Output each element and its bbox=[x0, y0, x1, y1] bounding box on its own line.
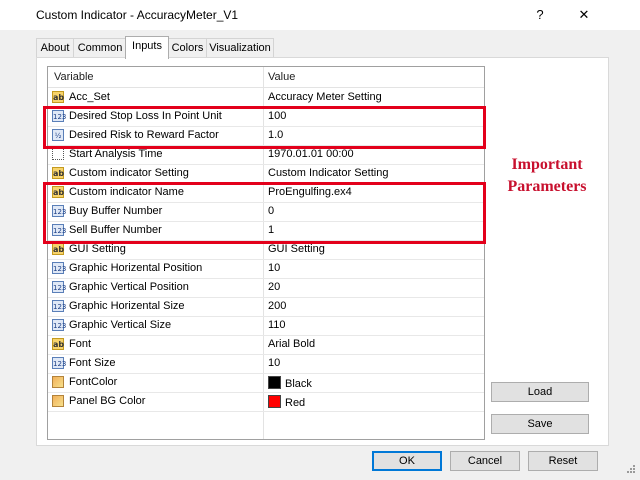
parameter-name: Panel BG Color bbox=[69, 395, 146, 407]
clock-icon bbox=[52, 148, 64, 160]
parameter-row[interactable]: ½ Desired Risk to Reward Factor 1.0 bbox=[48, 126, 484, 146]
parameter-row[interactable]: 123 Sell Buffer Number 1 bbox=[48, 221, 484, 241]
parameters-grid[interactable]: Variable Value ab Acc_Set Accuracy Meter S… bbox=[47, 66, 485, 440]
num-icon: 123 bbox=[52, 224, 66, 236]
parameter-row[interactable]: 123 Font Size 10 bbox=[48, 354, 484, 374]
parameter-name: Graphic Vertical Size bbox=[69, 319, 172, 331]
num-icon: 123 bbox=[52, 205, 66, 217]
color-icon bbox=[52, 395, 64, 407]
parameter-row[interactable]: ab GUI Setting GUI Setting bbox=[48, 240, 484, 260]
num-icon: 123 bbox=[52, 281, 66, 293]
annotation-label: Important Parameters bbox=[493, 154, 601, 198]
color-swatch[interactable] bbox=[268, 395, 281, 408]
tab-common[interactable]: Common bbox=[73, 38, 127, 58]
annotation-line-1: Important bbox=[511, 156, 583, 173]
parameter-value[interactable]: Custom Indicator Setting bbox=[268, 167, 388, 179]
parameter-value[interactable]: 1 bbox=[268, 224, 274, 236]
grid-header: Variable Value bbox=[48, 67, 484, 88]
parameter-value[interactable]: 1.0 bbox=[268, 129, 283, 141]
parameter-value[interactable]: Arial Bold bbox=[268, 338, 315, 350]
parameter-name: Acc_Set bbox=[69, 91, 110, 103]
dialog-window: Custom Indicator - AccuracyMeter_V1 ? ✕ … bbox=[0, 0, 640, 480]
ok-button[interactable]: OK bbox=[372, 451, 442, 471]
cancel-button[interactable]: Cancel bbox=[450, 451, 520, 471]
parameter-value[interactable]: GUI Setting bbox=[268, 243, 325, 255]
parameter-name: Custom indicator Setting bbox=[69, 167, 189, 179]
parameter-name: Custom indicator Name bbox=[69, 186, 184, 198]
window-title: Custom Indicator - AccuracyMeter_V1 bbox=[36, 8, 239, 22]
parameter-name: Sell Buffer Number bbox=[69, 224, 162, 236]
ab-icon: ab bbox=[52, 186, 65, 198]
parameter-name: Graphic Horizental Size bbox=[69, 300, 185, 312]
parameter-name: Graphic Horizental Position bbox=[69, 262, 203, 274]
parameter-name: Buy Buffer Number bbox=[69, 205, 163, 217]
parameter-value[interactable]: Accuracy Meter Setting bbox=[268, 91, 382, 103]
close-button[interactable]: ✕ bbox=[564, 4, 604, 26]
parameter-name: GUI Setting bbox=[69, 243, 126, 255]
color-icon bbox=[52, 376, 64, 388]
num-icon: 123 bbox=[52, 262, 66, 274]
tab-colors[interactable]: Colors bbox=[168, 38, 207, 58]
annotation-line-2: Parameters bbox=[507, 178, 587, 195]
parameter-row[interactable]: Panel BG Color Red bbox=[48, 392, 484, 412]
help-button[interactable]: ? bbox=[520, 4, 560, 26]
num-icon: 123 bbox=[52, 357, 66, 369]
parameter-value[interactable]: 10 bbox=[268, 262, 280, 274]
color-name: Red bbox=[285, 397, 306, 409]
parameter-row[interactable]: ab Custom indicator Name ProEngulfing.ex4 bbox=[48, 183, 484, 203]
parameter-value[interactable]: 110 bbox=[268, 319, 286, 331]
parameter-name: Font bbox=[69, 338, 92, 350]
header-variable[interactable]: Variable bbox=[54, 71, 94, 83]
fraction-icon: ½ bbox=[52, 129, 64, 141]
parameter-row[interactable]: ab Acc_Set Accuracy Meter Setting bbox=[48, 88, 484, 108]
parameter-value[interactable]: 200 bbox=[268, 300, 286, 312]
parameter-row[interactable]: ab Font Arial Bold bbox=[48, 335, 484, 355]
tab-visualization[interactable]: Visualization bbox=[206, 38, 274, 58]
parameter-name: Desired Risk to Reward Factor bbox=[69, 129, 219, 141]
title-bar: Custom Indicator - AccuracyMeter_V1 ? ✕ bbox=[0, 0, 640, 30]
parameter-row[interactable]: 123 Graphic Vertical Position 20 bbox=[48, 278, 484, 298]
num-icon: 123 bbox=[52, 110, 66, 122]
parameter-value[interactable]: 100 bbox=[268, 110, 286, 122]
ab-icon: ab bbox=[52, 243, 65, 255]
color-name: Black bbox=[285, 378, 312, 390]
parameter-row[interactable]: FontColor Black bbox=[48, 373, 484, 393]
parameter-row[interactable]: 123 Desired Stop Loss In Point Unit 100 bbox=[48, 107, 484, 127]
parameter-name: Font Size bbox=[69, 357, 116, 369]
parameter-value[interactable]: 10 bbox=[268, 357, 280, 369]
parameter-value[interactable]: 20 bbox=[268, 281, 280, 293]
reset-button[interactable]: Reset bbox=[528, 451, 598, 471]
header-value[interactable]: Value bbox=[268, 71, 295, 83]
parameter-row[interactable]: 123 Buy Buffer Number 0 bbox=[48, 202, 484, 222]
parameter-value[interactable]: 0 bbox=[268, 205, 274, 217]
parameter-row[interactable]: Start Analysis Time 1970.01.01 00:00 bbox=[48, 145, 484, 165]
parameter-value[interactable]: ProEngulfing.ex4 bbox=[268, 186, 352, 198]
parameter-row[interactable]: 123 Graphic Vertical Size 110 bbox=[48, 316, 484, 336]
tab-about[interactable]: About bbox=[36, 38, 74, 58]
num-icon: 123 bbox=[52, 319, 66, 331]
parameter-row[interactable]: ab Custom indicator Setting Custom Indicat… bbox=[48, 164, 484, 184]
ab-icon: ab bbox=[52, 91, 65, 103]
parameter-name: Graphic Vertical Position bbox=[69, 281, 189, 293]
color-swatch[interactable] bbox=[268, 376, 281, 389]
parameter-value[interactable]: Red bbox=[268, 395, 305, 409]
num-icon: 123 bbox=[52, 300, 66, 312]
parameter-value[interactable]: Black bbox=[268, 376, 312, 390]
save-button[interactable]: Save bbox=[491, 414, 589, 434]
ab-icon: ab bbox=[52, 338, 65, 350]
tab-inputs[interactable]: Inputs bbox=[125, 36, 169, 59]
load-button[interactable]: Load bbox=[491, 382, 589, 402]
parameter-name: FontColor bbox=[69, 376, 118, 388]
resize-grip-icon[interactable] bbox=[622, 462, 636, 476]
parameter-name: Desired Stop Loss In Point Unit bbox=[69, 110, 222, 122]
parameter-name: Start Analysis Time bbox=[69, 148, 163, 160]
parameter-row[interactable]: 123 Graphic Horizental Size 200 bbox=[48, 297, 484, 317]
parameter-value[interactable]: 1970.01.01 00:00 bbox=[268, 148, 354, 160]
ab-icon: ab bbox=[52, 167, 65, 179]
parameter-row[interactable]: 123 Graphic Horizental Position 10 bbox=[48, 259, 484, 279]
